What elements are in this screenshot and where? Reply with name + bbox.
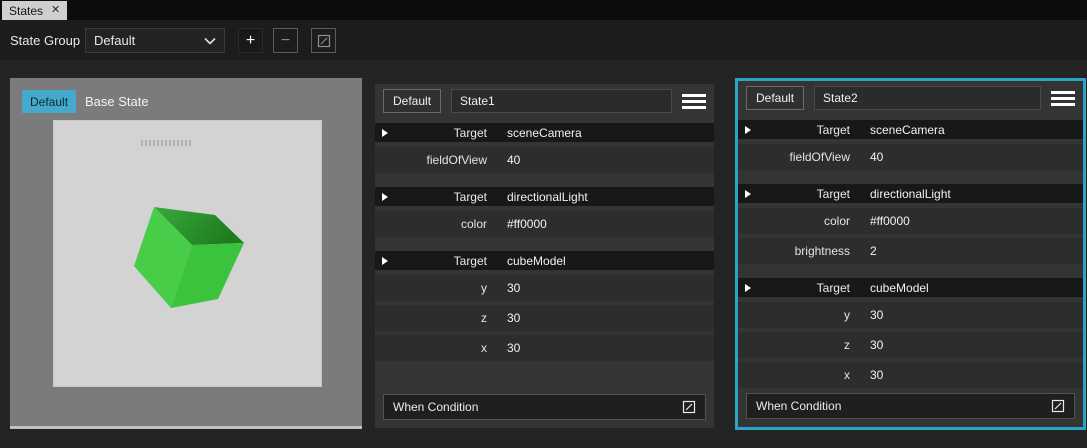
property-value: 30 [870,368,883,382]
base-state-preview[interactable] [53,120,322,387]
expand-triangle-icon[interactable] [745,284,751,292]
state1-header: Default [375,88,714,114]
toolbar: State Group Default + − [0,20,1087,60]
property-name: z [738,338,850,352]
horizontal-scrollbar[interactable] [10,426,362,429]
target-value: cubeModel [870,281,929,295]
target-row[interactable]: Target directionalLight [375,187,714,206]
property-name: y [738,308,850,322]
property-value: 30 [507,311,520,325]
state-panel-state1: Default Target sceneCamera fieldOfView 4… [375,84,714,428]
state-name-input[interactable] [451,89,672,113]
property-row[interactable]: color #ff0000 [738,208,1083,234]
edit-icon[interactable] [682,400,696,414]
property-name: fieldOfView [738,150,850,164]
rename-state-group-button[interactable] [311,28,336,53]
expand-triangle-icon[interactable] [382,193,388,201]
minus-icon: − [281,32,290,50]
edit-icon [317,34,331,48]
close-icon[interactable]: ✕ [51,5,60,16]
chevron-down-icon [204,37,216,45]
tab-states[interactable]: States ✕ [2,1,67,20]
property-row[interactable]: fieldOfView 40 [738,144,1083,170]
target-label: Target [738,281,850,295]
target-label: Target [375,254,487,268]
property-row[interactable]: x 30 [375,335,714,361]
property-value: #ff0000 [870,214,910,228]
expand-triangle-icon[interactable] [382,129,388,137]
target-label: Target [738,123,850,137]
target-row[interactable]: Target sceneCamera [375,123,714,142]
target-value: cubeModel [507,254,566,268]
when-condition-label: When Condition [393,400,478,414]
property-value: 30 [870,308,883,322]
dropdown-value: Default [94,33,135,48]
property-row[interactable]: y 30 [738,302,1083,328]
menu-icon[interactable] [682,91,706,111]
property-value: 30 [507,281,520,295]
property-name: y [375,281,487,295]
property-row[interactable]: x 30 [738,362,1083,388]
target-row[interactable]: Target cubeModel [738,278,1083,297]
add-state-group-button[interactable]: + [238,28,263,53]
property-name: fieldOfView [375,153,487,167]
menu-icon[interactable] [1051,88,1075,108]
expand-triangle-icon[interactable] [382,257,388,265]
property-value: 30 [507,341,520,355]
expand-triangle-icon[interactable] [745,190,751,198]
property-name: x [375,341,487,355]
property-value: 40 [870,150,883,164]
base-state-card[interactable]: Default Base State [10,78,362,429]
state-group-dropdown[interactable]: Default [85,28,225,53]
state-panel-state2-selected[interactable]: Default Target sceneCamera fieldOfView 4… [735,78,1086,430]
property-name: color [738,214,850,228]
target-label: Target [738,187,850,201]
property-row[interactable]: brightness 2 [738,238,1083,264]
state-panel-state2: Default Target sceneCamera fieldOfView 4… [738,81,1083,427]
target-row[interactable]: Target cubeModel [375,251,714,270]
expand-triangle-icon[interactable] [745,126,751,134]
property-name: z [375,311,487,325]
cube-3d-preview [54,121,321,386]
property-row[interactable]: z 30 [375,305,714,331]
property-row[interactable]: color #ff0000 [375,211,714,237]
target-value: sceneCamera [507,126,582,140]
property-row[interactable]: y 30 [375,275,714,301]
property-name: brightness [738,244,850,258]
target-row[interactable]: Target sceneCamera [738,120,1083,139]
plus-icon: + [246,32,255,50]
tab-bar: States ✕ [0,0,1087,20]
tab-title: States [9,4,43,18]
state-group-label: State Group [10,20,80,60]
preview-watermark [141,140,193,146]
default-state-badge[interactable]: Default [22,90,76,113]
target-value: sceneCamera [870,123,945,137]
when-condition[interactable]: When Condition [746,393,1075,419]
target-label: Target [375,126,487,140]
state-name-input[interactable] [814,86,1041,110]
states-view: States ✕ State Group Default + − Default… [0,0,1087,448]
property-value: 2 [870,244,877,258]
property-row[interactable]: z 30 [738,332,1083,358]
make-default-button[interactable]: Default [746,86,804,110]
property-value: 40 [507,153,520,167]
target-label: Target [375,190,487,204]
property-name: x [738,368,850,382]
make-default-button[interactable]: Default [383,89,441,113]
when-condition-label: When Condition [756,399,841,413]
target-value: directionalLight [870,187,951,201]
remove-state-group-button[interactable]: − [273,28,298,53]
target-value: directionalLight [507,190,588,204]
target-row[interactable]: Target directionalLight [738,184,1083,203]
property-value: #ff0000 [507,217,547,231]
state2-header: Default [738,85,1083,111]
base-state-name: Base State [85,90,149,113]
property-value: 30 [870,338,883,352]
edit-icon[interactable] [1051,399,1065,413]
when-condition[interactable]: When Condition [383,394,706,420]
property-row[interactable]: fieldOfView 40 [375,147,714,173]
property-name: color [375,217,487,231]
